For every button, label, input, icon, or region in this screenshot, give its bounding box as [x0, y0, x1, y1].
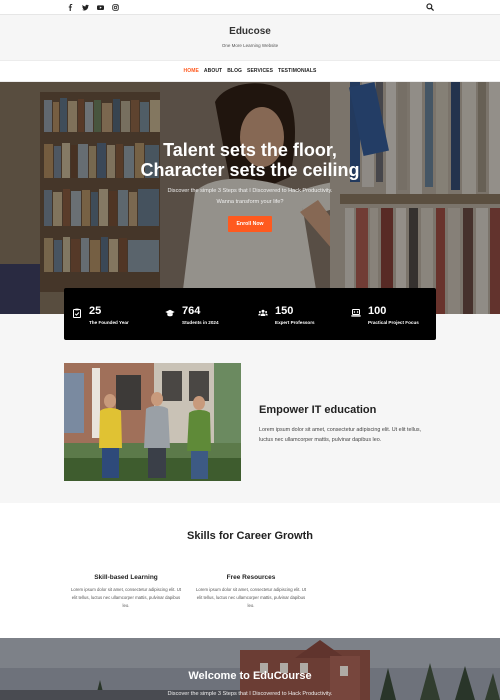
graduation-cap-icon — [165, 309, 175, 317]
nav-testimonials[interactable]: TESTIMONIALS — [278, 68, 316, 74]
skill-card-skill-based-learning: Skill-based Learning Lorem ipsum dolor s… — [68, 574, 184, 610]
main-nav: HOME ABOUT BLOG SERVICES TESTIMONIALS — [0, 60, 500, 82]
skill-card-free-resources: Free Resources Lorem ipsum dolor sit ame… — [193, 574, 309, 610]
site-logo-text[interactable]: Educose — [0, 26, 500, 37]
stat-professors: 150 Expert Professors — [250, 288, 343, 340]
welcome-section: Welcome to EduCourse Discover the simple… — [0, 638, 500, 700]
site-header: Educose One More Learning Website — [0, 15, 500, 60]
skill-card-title: Skill-based Learning — [94, 574, 158, 581]
stat-students: 764 Students in 2024 — [157, 288, 250, 340]
stats-bar: 25 The Founded Year 764 Students in 2024… — [64, 288, 436, 340]
stat-projects: 100 Practical Project Focus — [343, 288, 436, 340]
stat-number: 150 — [275, 305, 294, 317]
students-photo — [64, 363, 241, 481]
nav-home[interactable]: HOME — [184, 68, 199, 74]
stat-label: Expert Professors — [275, 320, 315, 325]
stat-number: 25 — [89, 305, 102, 317]
stat-number: 764 — [182, 305, 201, 317]
skills-title: Skills for Career Growth — [187, 530, 313, 542]
clipboard-check-icon — [73, 308, 81, 318]
skills-section: Skills for Career Growth Skill-based Lea… — [0, 503, 500, 638]
nav-about[interactable]: ABOUT — [204, 68, 222, 74]
users-icon — [258, 309, 268, 316]
laptop-code-icon — [351, 309, 361, 317]
stat-founded-year: 25 The Founded Year — [64, 288, 157, 340]
hero-subtitle-line-2: Wanna transform your life? — [216, 199, 284, 205]
stat-number: 100 — [368, 305, 387, 317]
skill-card-text: Lorem ipsum dolor sit amet, consectetur … — [70, 587, 182, 608]
stat-label: Practical Project Focus — [368, 320, 419, 325]
welcome-title: Welcome to EduCourse — [188, 670, 312, 682]
skill-card-title: Free Resources — [226, 574, 276, 581]
hero-subtitle: Discover the simple 3 Steps that I Disco… — [0, 186, 500, 208]
skill-card-text: Lorem ipsum dolor sit amet, consectetur … — [195, 587, 307, 608]
empower-title: Empower IT education — [259, 404, 377, 416]
youtube-icon[interactable] — [96, 3, 104, 11]
instagram-icon[interactable] — [111, 3, 119, 11]
stat-label: Students in 2024 — [182, 320, 219, 325]
hero-subtitle-line-1: Discover the simple 3 Steps that I Disco… — [167, 188, 333, 194]
enroll-now-button[interactable]: Enroll Now — [228, 216, 272, 232]
top-bar — [0, 0, 500, 15]
empower-text: Lorem ipsum dolor sit amet, consectetur … — [259, 427, 422, 443]
facebook-icon[interactable] — [66, 3, 74, 11]
twitter-icon[interactable] — [81, 3, 89, 11]
hero-section: Talent sets the floor, Character sets th… — [0, 82, 500, 314]
stat-label: The Founded Year — [89, 320, 129, 325]
social-links — [66, 3, 119, 11]
nav-blog[interactable]: BLOG — [227, 68, 242, 74]
hero-title-line-1: Talent sets the floor, — [163, 140, 337, 160]
site-tagline: One More Learning Website — [221, 43, 279, 48]
hero-title-line-2: Character sets the ceiling — [140, 160, 360, 180]
hero-title: Talent sets the floor, Character sets th… — [0, 140, 500, 180]
nav-services[interactable]: SERVICES — [247, 68, 273, 74]
welcome-subtitle: Discover the simple 3 Steps that I Disco… — [167, 691, 333, 697]
search-icon[interactable] — [426, 3, 434, 11]
